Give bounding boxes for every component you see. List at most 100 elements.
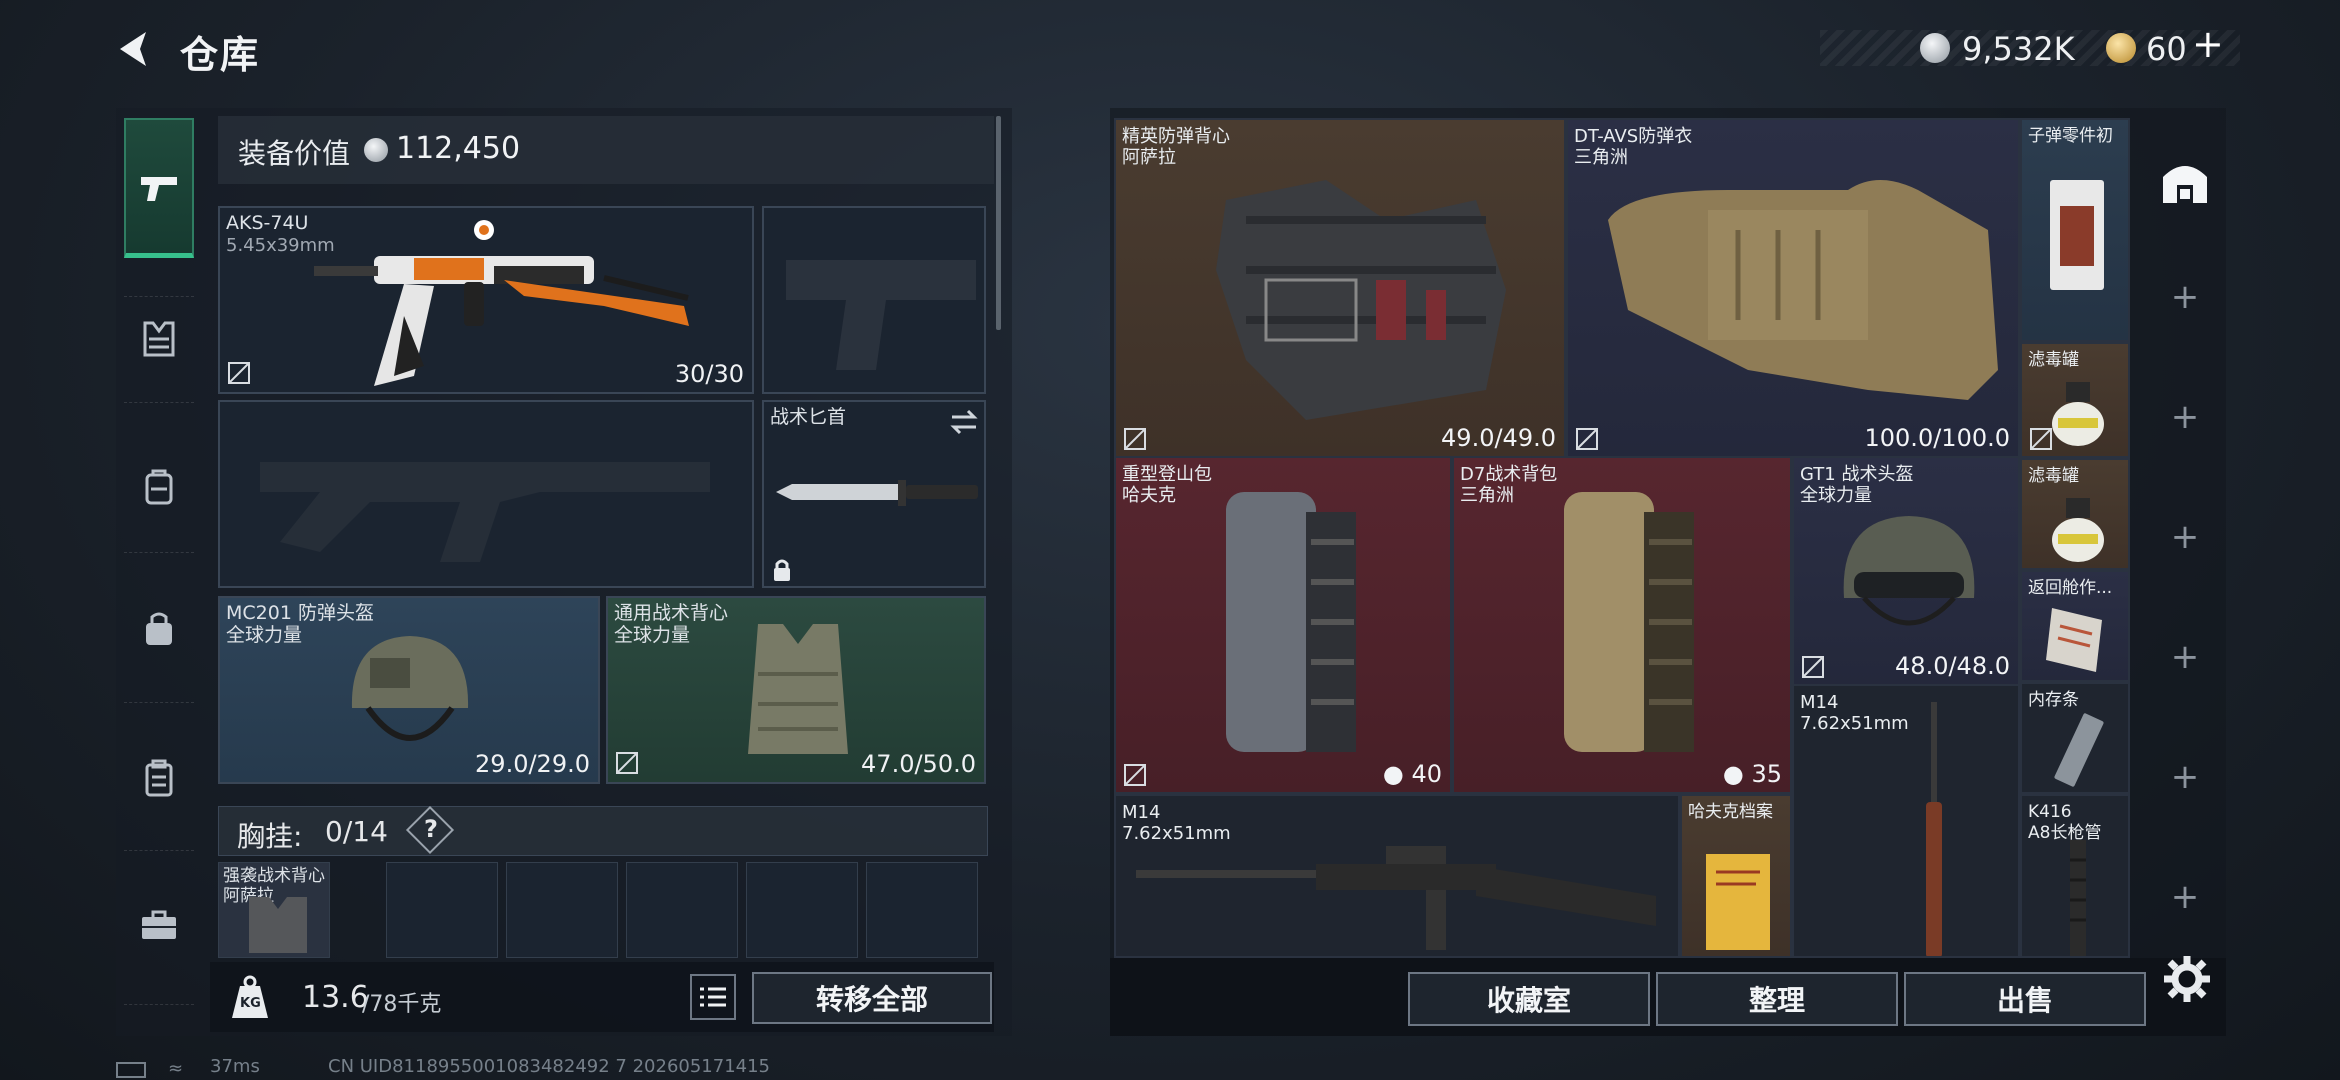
- battery-icon: [116, 1062, 146, 1078]
- stash-item-name: K416 A8长枪管: [2028, 802, 2102, 843]
- chest-rig-slot[interactable]: [506, 862, 618, 958]
- stash-item-m14[interactable]: M14 7.62x51mm: [1114, 794, 1680, 958]
- transfer-all-button[interactable]: 转移全部: [752, 972, 992, 1024]
- stash-item-filter-canister[interactable]: 滤毒罐: [2020, 342, 2130, 458]
- sidebar-item-bag[interactable]: [124, 594, 194, 664]
- settings-button[interactable]: [2160, 952, 2214, 1006]
- add-stash-tab-button[interactable]: +: [2150, 382, 2220, 452]
- armor-slot[interactable]: 通用战术背心 全球力量 47.0/50.0: [606, 596, 986, 784]
- scrollbar[interactable]: [996, 116, 1001, 330]
- list-icon: [700, 987, 726, 1007]
- stash-item-capsule-doc[interactable]: 返回舱作...: [2020, 570, 2130, 682]
- helmet-brand: 全球力量: [226, 624, 303, 646]
- armor-brand: 全球力量: [614, 624, 691, 646]
- chest-rig-slot[interactable]: [866, 862, 978, 958]
- helmet-slot[interactable]: MC201 防弹头盔 全球力量 29.0/29.0: [218, 596, 600, 784]
- equipment-value-bar: 装备价值 112,450: [218, 116, 994, 184]
- page-title: 仓库: [180, 33, 261, 77]
- rifle-placeholder-icon: [260, 462, 710, 562]
- document-icon: [2046, 608, 2102, 672]
- stash-item-name: DT-AVS防弹衣 三角洲: [1574, 126, 1693, 168]
- gt1-helmet-icon: [1843, 516, 1975, 626]
- weight-icon: KG: [228, 974, 272, 1020]
- stash-item-dt-avs[interactable]: DT-AVS防弹衣 三角洲 100.0/100.0: [1566, 118, 2020, 458]
- filter-canister-icon: [2052, 382, 2104, 446]
- tactical-knife-icon: [776, 480, 978, 506]
- stash-item-d7-backpack[interactable]: D7战术背包 三角洲 ● 35: [1452, 456, 1792, 794]
- divider: [124, 850, 194, 851]
- coin-silver-icon: [1920, 33, 1950, 63]
- sidebar-item-weapon[interactable]: [124, 118, 194, 258]
- sell-button[interactable]: 出售: [1904, 972, 2146, 1026]
- add-stash-tab-button[interactable]: +: [2150, 502, 2220, 572]
- chest-rig-item-slot[interactable]: 强袭战术背心 阿萨拉: [218, 862, 330, 958]
- add-currency-button[interactable]: +: [2192, 22, 2224, 66]
- stash-item-heavy-backpack[interactable]: 重型登山包 哈夫克 ● 40: [1114, 456, 1452, 794]
- helmet-durability: 29.0/29.0: [475, 750, 590, 778]
- no-bind-icon: [228, 362, 250, 384]
- primary-weapon-slot[interactable]: AKS-74U 5.45x39mm 30/30: [218, 206, 754, 394]
- currency-gold-value: 60: [2146, 30, 2187, 68]
- back-button[interactable]: [112, 26, 158, 72]
- divider: [124, 702, 194, 703]
- chest-rig-slot[interactable]: [386, 862, 498, 958]
- stash-item-elite-vest[interactable]: 精英防弹背心 阿萨拉 49.0/49.0: [1114, 118, 1566, 458]
- barrel-icon: [2070, 840, 2086, 956]
- armor-durability: 47.0/50.0: [861, 750, 976, 778]
- no-bind-icon: [1124, 764, 1146, 786]
- stash-item-name: 滤毒罐: [2028, 350, 2079, 370]
- swap-icon[interactable]: [948, 408, 980, 436]
- rig-item-icon: [249, 897, 307, 953]
- stash-item-name: 子弹零件初: [2028, 126, 2113, 146]
- ping: 37ms: [210, 1056, 260, 1077]
- stash-item-gt1-helmet[interactable]: GT1 战术头盔 全球力量 48.0/48.0: [1792, 456, 2020, 686]
- add-stash-tab-button[interactable]: +: [2150, 262, 2220, 332]
- file-folder-icon: [1706, 854, 1770, 950]
- kg-text: KG: [240, 996, 261, 1011]
- pistol-placeholder-icon: [786, 260, 976, 370]
- sort-button[interactable]: 整理: [1656, 972, 1898, 1026]
- stash-item-filter-canister-2[interactable]: 滤毒罐: [2020, 458, 2130, 570]
- stash-item-capacity: ● 35: [1722, 760, 1782, 788]
- bag-icon: [146, 612, 172, 645]
- tab-stash[interactable]: [2150, 146, 2220, 216]
- armor-name: 通用战术背心: [614, 602, 729, 624]
- add-stash-tab-button[interactable]: +: [2150, 622, 2220, 692]
- chest-rig-slot[interactable]: [746, 862, 858, 958]
- container-icon: [145, 759, 173, 797]
- d7-backpack-icon: [1564, 492, 1694, 752]
- wifi-icon: ≈: [168, 1058, 184, 1079]
- user-uid: CN UID8118955001083482492 7 202605171415: [328, 1056, 771, 1077]
- stash-item-k416-barrel[interactable]: K416 A8长枪管: [2020, 794, 2130, 958]
- divider: [124, 1004, 194, 1005]
- stash-item-memory-stick[interactable]: 内存条: [2020, 682, 2130, 794]
- chest-rig-label: 胸挂:: [237, 820, 303, 853]
- stash-item-ammo-parts[interactable]: 子弹零件初: [2020, 118, 2130, 342]
- stash-item-durability: 49.0/49.0: [1441, 424, 1556, 452]
- dt-avs-armor-icon: [1608, 180, 1998, 400]
- sidebar-item-container[interactable]: [124, 744, 194, 814]
- coin-silver-icon: [364, 138, 388, 162]
- stash-item-haffk-file[interactable]: 哈夫克档案: [1680, 794, 1792, 958]
- stash-item-name: 内存条: [2028, 690, 2079, 710]
- secondary-weapon-slot[interactable]: [218, 400, 754, 588]
- m14-rifle-icon: [1926, 702, 1942, 956]
- stash-item-m14-vertical[interactable]: M14 7.62x51mm: [1792, 684, 2020, 958]
- m14-horizontal-icon: [1136, 846, 1656, 950]
- add-stash-tab-button[interactable]: +: [2150, 742, 2220, 812]
- chest-rig-slot[interactable]: [626, 862, 738, 958]
- backpack-icon: [145, 469, 173, 505]
- sidebar-item-chest-rig[interactable]: [124, 304, 194, 374]
- sidebar-item-backpack[interactable]: [124, 452, 194, 522]
- filter-canister-icon: [2052, 498, 2104, 562]
- add-stash-tab-button[interactable]: +: [2150, 862, 2220, 932]
- sidearm-slot[interactable]: [762, 206, 986, 394]
- stash-item-durability: 100.0/100.0: [1864, 424, 2011, 452]
- memory-stick-icon: [2054, 713, 2104, 787]
- collection-button[interactable]: 收藏室: [1408, 972, 1650, 1026]
- list-view-button[interactable]: [690, 974, 736, 1020]
- sidebar-item-briefcase[interactable]: [124, 890, 194, 960]
- melee-slot[interactable]: 战术匕首: [762, 400, 986, 588]
- chest-rig-icon: [143, 321, 175, 357]
- back-arrow-icon: [120, 32, 146, 66]
